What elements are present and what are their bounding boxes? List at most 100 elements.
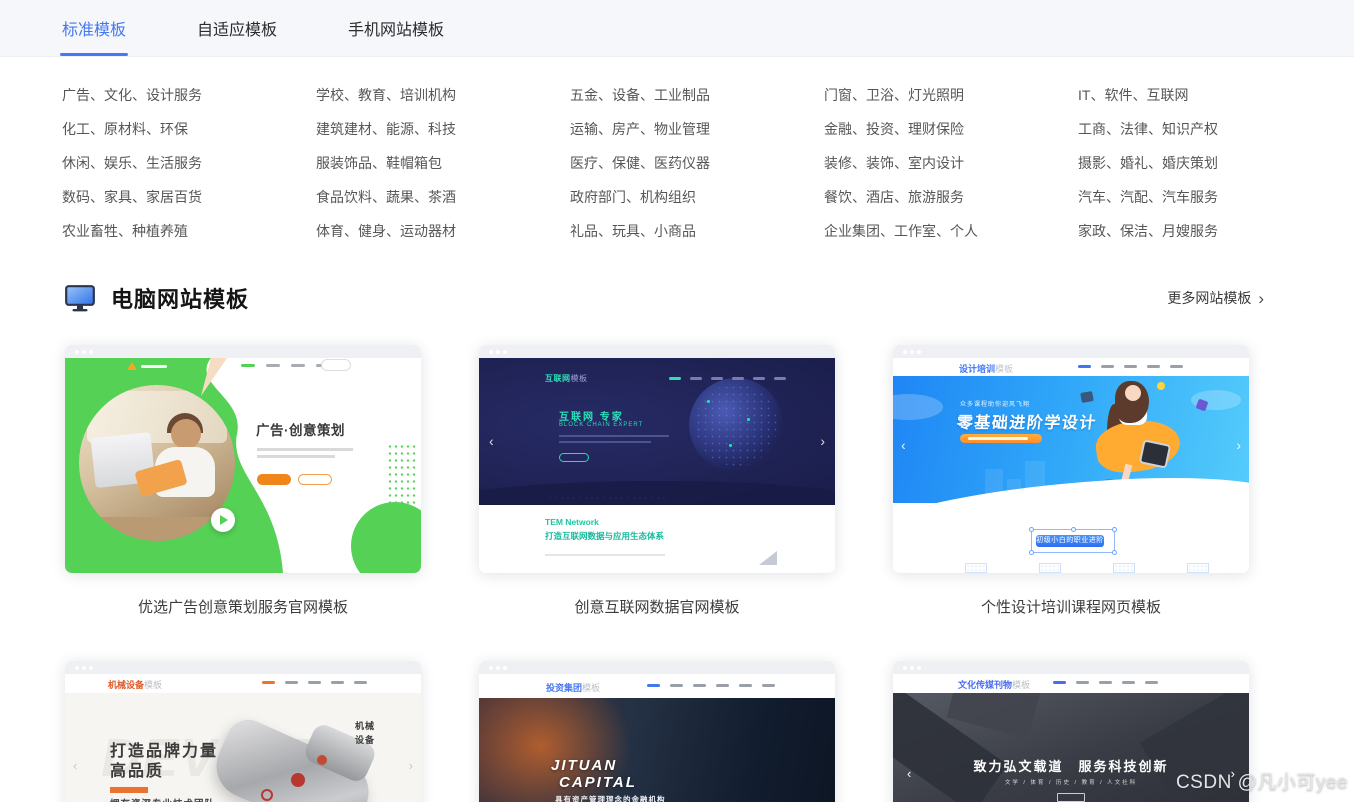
section-title: 电脑网站模板 xyxy=(111,282,249,314)
category-link[interactable]: 休闲、娱乐、生活服务 xyxy=(62,153,316,174)
preview-heading-line2: CAPITAL xyxy=(559,774,637,791)
dot-pattern xyxy=(387,443,417,505)
preview-heading: 零基础进阶学设计 xyxy=(956,409,1099,433)
category-link[interactable]: 五金、设备、工业制品 xyxy=(570,85,824,106)
mini-primary-button xyxy=(257,474,291,485)
category-column: 门窗、卫浴、灯光照明 金融、投资、理财保险 装修、装饰、室内设计 餐饮、酒店、旅… xyxy=(824,85,1078,242)
preview-header: 文化传媒刊物模板 xyxy=(893,672,1249,693)
category-link[interactable]: IT、软件、互联网 xyxy=(1078,85,1332,106)
category-link[interactable]: 运输、房产、物业管理 xyxy=(570,119,824,140)
pc-templates-section-header: 电脑网站模板 更多网站模板 › xyxy=(65,282,1264,314)
carousel-prev-icon: ‹ xyxy=(901,438,906,452)
mini-logo-text: 设计培训模板 xyxy=(959,362,1013,375)
mini-logo-text: 机械设备模板 xyxy=(108,678,162,691)
preview-text-line xyxy=(257,448,353,451)
template-card-investment[interactable]: 投资集团模板 xyxy=(479,661,835,802)
category-link[interactable]: 工商、法律、知识产权 xyxy=(1078,119,1332,140)
preview-tagline: 众多课程助你迎风飞翔 xyxy=(960,399,1030,408)
category-link[interactable]: 礼品、玩具、小商品 xyxy=(570,221,824,242)
template-cards-row-2: 机械设备模板 DEVICE 打造品牌力量 高品质 拥有资深专 xyxy=(65,661,1354,802)
carousel-next-icon: › xyxy=(1236,438,1241,452)
category-link[interactable]: 数码、家具、家居百货 xyxy=(62,187,316,208)
mini-logo-icon xyxy=(127,362,137,370)
category-link[interactable]: 服装饰品、鞋帽箱包 xyxy=(316,153,570,174)
carousel-dots xyxy=(549,497,665,499)
carousel-next-icon: › xyxy=(409,759,413,772)
preview-header: 机械设备模板 xyxy=(65,672,421,693)
category-link[interactable]: 金融、投资、理财保险 xyxy=(824,119,1078,140)
carousel-prev-icon: ‹ xyxy=(73,759,77,772)
category-link[interactable]: 化工、原材料、环保 xyxy=(62,119,316,140)
category-link[interactable]: 装修、装饰、室内设计 xyxy=(824,153,1078,174)
mini-outline-button xyxy=(559,453,589,462)
browser-chrome-bar xyxy=(479,661,835,674)
preview-heading: 广告·创意策划 xyxy=(256,419,345,439)
category-link[interactable]: 企业集团、工作室、个人 xyxy=(824,221,1078,242)
mini-logo-text: 投资集团模板 xyxy=(546,681,600,694)
preview-footer-section: TEM Network 打造互联网数据与应用生态体系 xyxy=(479,505,835,573)
category-link[interactable]: 广告、文化、设计服务 xyxy=(62,85,316,106)
category-link[interactable]: 学校、教育、培训机构 xyxy=(316,85,570,106)
tab-standard-templates[interactable]: 标准模板 xyxy=(62,0,126,56)
category-link[interactable]: 汽车、汽配、汽车服务 xyxy=(1078,187,1332,208)
mini-chart-shape xyxy=(759,551,777,565)
more-templates-link[interactable]: 更多网站模板 › xyxy=(1167,288,1264,308)
category-link[interactable]: 餐饮、酒店、旅游服务 xyxy=(824,187,1078,208)
category-link[interactable]: 政府部门、机构组织 xyxy=(570,187,824,208)
category-link[interactable]: 门窗、卫浴、灯光照明 xyxy=(824,85,1078,106)
template-cards-row-1: 广告·创意策划 优选广告创意策划服务官网模板 xyxy=(65,345,1354,617)
carousel-prev-icon: ‹ xyxy=(489,434,494,448)
accent-tag xyxy=(110,787,148,793)
browser-chrome-bar xyxy=(479,345,835,358)
tab-mobile-templates[interactable]: 手机网站模板 xyxy=(348,0,444,56)
carousel-next-icon: › xyxy=(820,434,825,448)
chevron-right-icon: › xyxy=(1258,290,1264,307)
template-card-ad-agency[interactable]: 广告·创意策划 xyxy=(65,345,421,573)
category-link[interactable]: 医疗、保健、医药仪器 xyxy=(570,153,824,174)
browser-chrome-bar xyxy=(65,661,421,674)
play-button-icon xyxy=(211,508,235,532)
template-preview-design-hero: 众多课程助你迎风飞翔 零基础进阶学设计 ‹ › xyxy=(893,376,1249,503)
page: 标准模板 自适应模板 手机网站模板 广告、文化、设计服务 化工、原材料、环保 休… xyxy=(0,0,1354,802)
preview-subheading: 拥有资深专业技术团队 xyxy=(110,796,215,802)
template-preview-internet-hero: 互联网模板 互联网 专家 BLOCK CHAIN EXPERT ‹ › xyxy=(479,358,835,505)
category-link[interactable]: 食品饮料、蔬果、茶酒 xyxy=(316,187,570,208)
side-labels: 机械 设备 xyxy=(355,719,375,747)
category-link[interactable]: 建筑建材、能源、科技 xyxy=(316,119,570,140)
preview-text-line xyxy=(559,435,669,437)
template-type-tabs: 标准模板 自适应模板 手机网站模板 xyxy=(0,0,1354,57)
category-link[interactable]: 体育、健身、运动器材 xyxy=(316,221,570,242)
preview-header: 设计培训模板 xyxy=(893,356,1249,376)
mini-nav xyxy=(1078,365,1183,368)
preview-subheading: BLOCK CHAIN EXPERT xyxy=(559,422,643,428)
template-caption[interactable]: 个性设计培训课程网页模板 xyxy=(893,596,1249,617)
mini-logo-text: 互联网模板 xyxy=(545,373,588,384)
csdn-watermark: CSDN @凡小可yee xyxy=(1176,767,1348,794)
white-curve xyxy=(893,471,1249,503)
template-card-design-training[interactable]: 设计培训模板 众多课程助你迎风飞翔 零基础进阶学设计 xyxy=(893,345,1249,573)
mini-logo-text xyxy=(141,365,167,368)
preview-text-line xyxy=(257,455,335,458)
template-caption[interactable]: 优选广告创意策划服务官网模板 xyxy=(65,596,421,617)
mini-cta-button: 初级小白的职业进阶 xyxy=(1036,535,1104,547)
template-card-internet[interactable]: 互联网模板 互联网 专家 BLOCK CHAIN EXPERT ‹ › xyxy=(479,345,835,573)
tab-adaptive-templates[interactable]: 自适应模板 xyxy=(197,0,277,56)
preview-header: 投资集团模板 xyxy=(479,672,835,698)
template-item-internet: 互联网模板 互联网 专家 BLOCK CHAIN EXPERT ‹ › xyxy=(479,345,835,617)
mini-nav-button xyxy=(321,359,351,371)
template-item-design-training: 设计培训模板 众多课程助你迎风飞翔 零基础进阶学设计 xyxy=(893,345,1249,617)
footer-title: TEM Network xyxy=(545,517,835,527)
category-link[interactable]: 农业畜牲、种植养殖 xyxy=(62,221,316,242)
mini-nav xyxy=(241,364,330,367)
monitor-icon xyxy=(65,285,95,312)
category-column: 广告、文化、设计服务 化工、原材料、环保 休闲、娱乐、生活服务 数码、家具、家居… xyxy=(62,85,316,242)
category-link[interactable]: 摄影、婚礼、婚庆策划 xyxy=(1078,153,1332,174)
category-column: 五金、设备、工业制品 运输、房产、物业管理 医疗、保健、医药仪器 政府部门、机构… xyxy=(570,85,824,242)
template-card-machinery[interactable]: 机械设备模板 DEVICE 打造品牌力量 高品质 拥有资深专 xyxy=(65,661,421,802)
particle-globe xyxy=(689,378,783,472)
mini-secondary-button xyxy=(298,474,332,485)
category-link[interactable]: 家政、保洁、月嫂服务 xyxy=(1078,221,1332,242)
browser-chrome-bar xyxy=(65,345,421,358)
preview-heading-line2: 高品质 xyxy=(110,757,164,781)
template-caption[interactable]: 创意互联网数据官网模板 xyxy=(479,596,835,617)
